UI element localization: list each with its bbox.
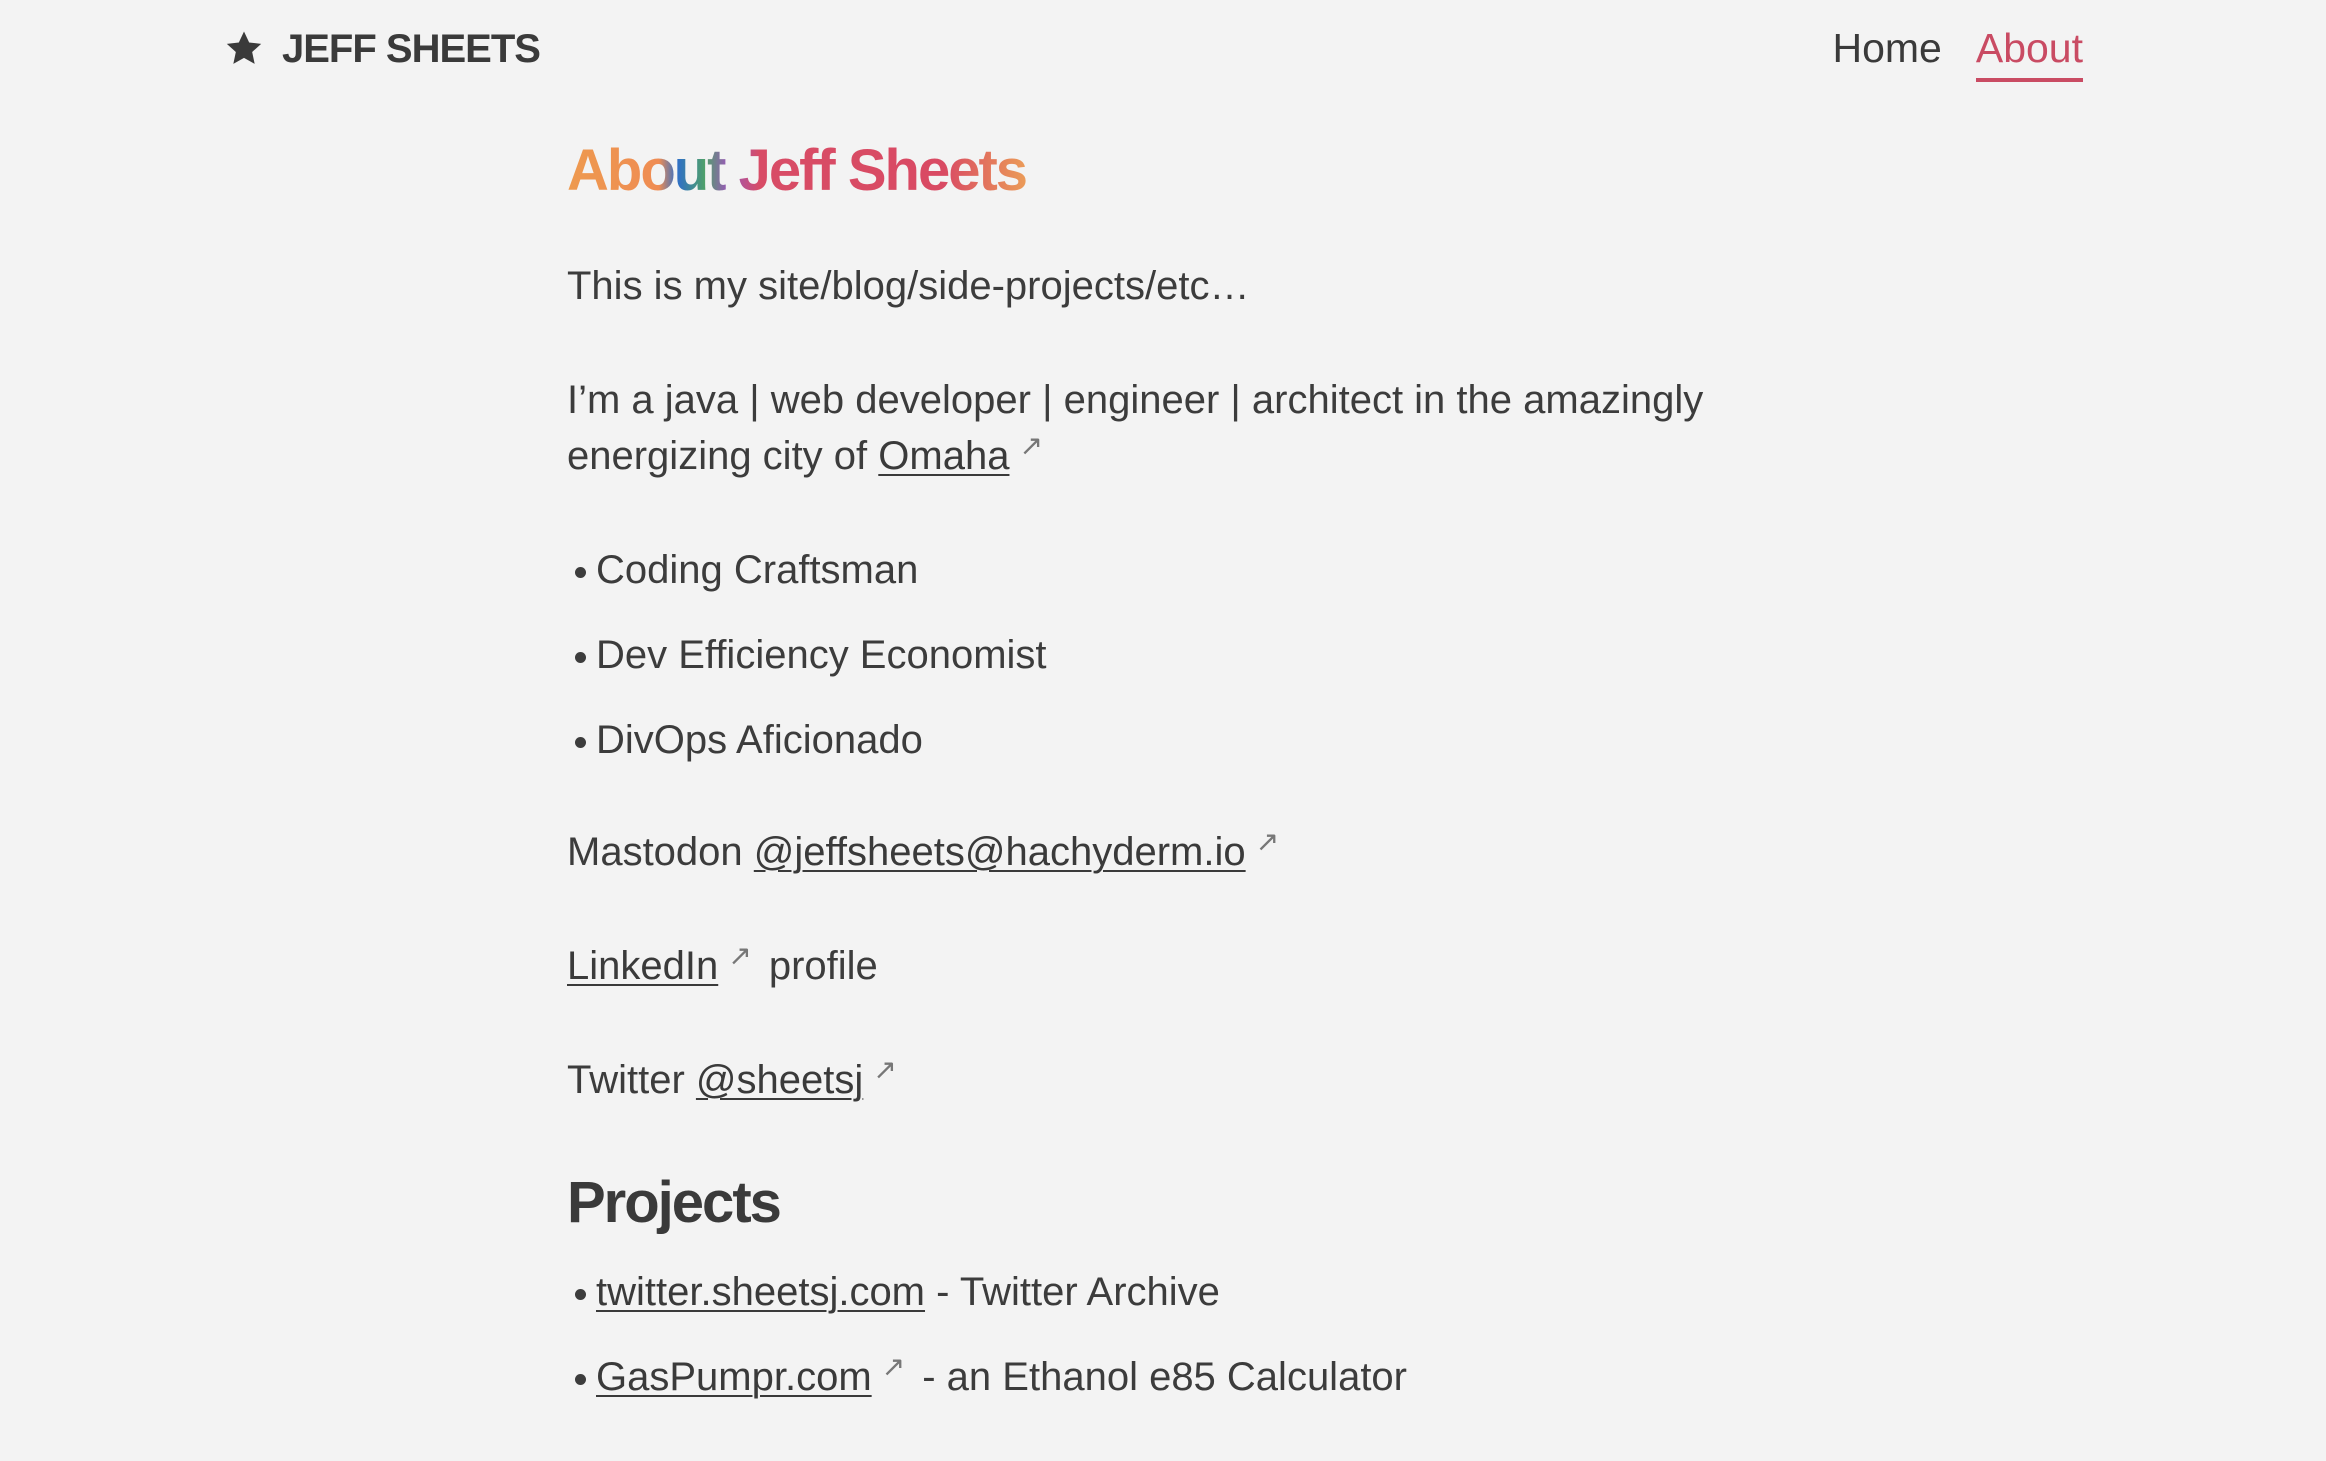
twitter-link[interactable]: @sheetsj	[696, 1058, 863, 1102]
page-title: About Jeff Sheets	[567, 126, 1028, 216]
project-item: GasPumpr.com ↗ - an Ethanol e85 Calculato…	[575, 1349, 1767, 1405]
nav-about-link[interactable]: About	[1975, 20, 2083, 82]
external-link-icon: ↗	[873, 1053, 897, 1085]
brand-name: JEFF SHEETS	[282, 27, 541, 71]
role-item: Dev Efficiency Economist	[575, 627, 1767, 683]
intro-text: This is my site/blog/side-projects/etc…	[567, 264, 1250, 308]
mastodon-label: Mastodon	[567, 830, 743, 874]
external-link-icon: ↗	[1255, 825, 1280, 857]
home-brand-link[interactable]: JEFF SHEETS	[224, 22, 541, 76]
bio-text: I’m a java | web developer | engineer | …	[567, 378, 1704, 478]
omaha-link[interactable]: Omaha	[878, 434, 1009, 478]
project-link-gaspumpr[interactable]: GasPumpr.com	[596, 1355, 872, 1399]
external-link-icon: ↗	[881, 1350, 906, 1382]
project-description: - an Ethanol e85 Calculator	[922, 1355, 1407, 1399]
role-item: DivOps Aficionado	[575, 712, 1767, 768]
role-item: Coding Craftsman	[575, 542, 1767, 598]
projects-list: twitter.sheetsj.com - Twitter Archive Ga…	[567, 1264, 1767, 1405]
projects-heading: Projects	[567, 1170, 782, 1235]
linkedin-link[interactable]: LinkedIn	[567, 944, 718, 988]
linkedin-suffix: profile	[768, 944, 878, 988]
project-item: twitter.sheetsj.com - Twitter Archive	[575, 1264, 1767, 1320]
nav-home-link[interactable]: Home	[1832, 20, 1941, 82]
bio-paragraph: I’m a java | web developer | engineer | …	[567, 372, 1767, 484]
project-description: - Twitter Archive	[936, 1270, 1220, 1314]
linkedin-line: LinkedIn ↗ profile	[567, 938, 1767, 994]
external-link-icon: ↗	[1019, 429, 1043, 461]
roles-list: Coding Craftsman Dev Efficiency Economis…	[567, 542, 1767, 768]
site-header: JEFF SHEETS Home About	[0, 0, 2326, 100]
mastodon-line: Mastodon @jeffsheets@hachyderm.io ↗	[567, 824, 1767, 880]
twitter-line: Twitter @sheetsj ↗	[567, 1052, 1767, 1108]
main-content: About Jeff Sheets This is my site/blog/s…	[567, 126, 1767, 1461]
main-nav: Home About	[1832, 20, 2083, 82]
star-icon	[224, 29, 264, 69]
twitter-label: Twitter	[567, 1058, 685, 1102]
external-link-icon: ↗	[728, 939, 752, 971]
project-link-twitter-archive[interactable]: twitter.sheetsj.com	[596, 1270, 925, 1314]
mastodon-link[interactable]: @jeffsheets@hachyderm.io	[754, 830, 1246, 874]
